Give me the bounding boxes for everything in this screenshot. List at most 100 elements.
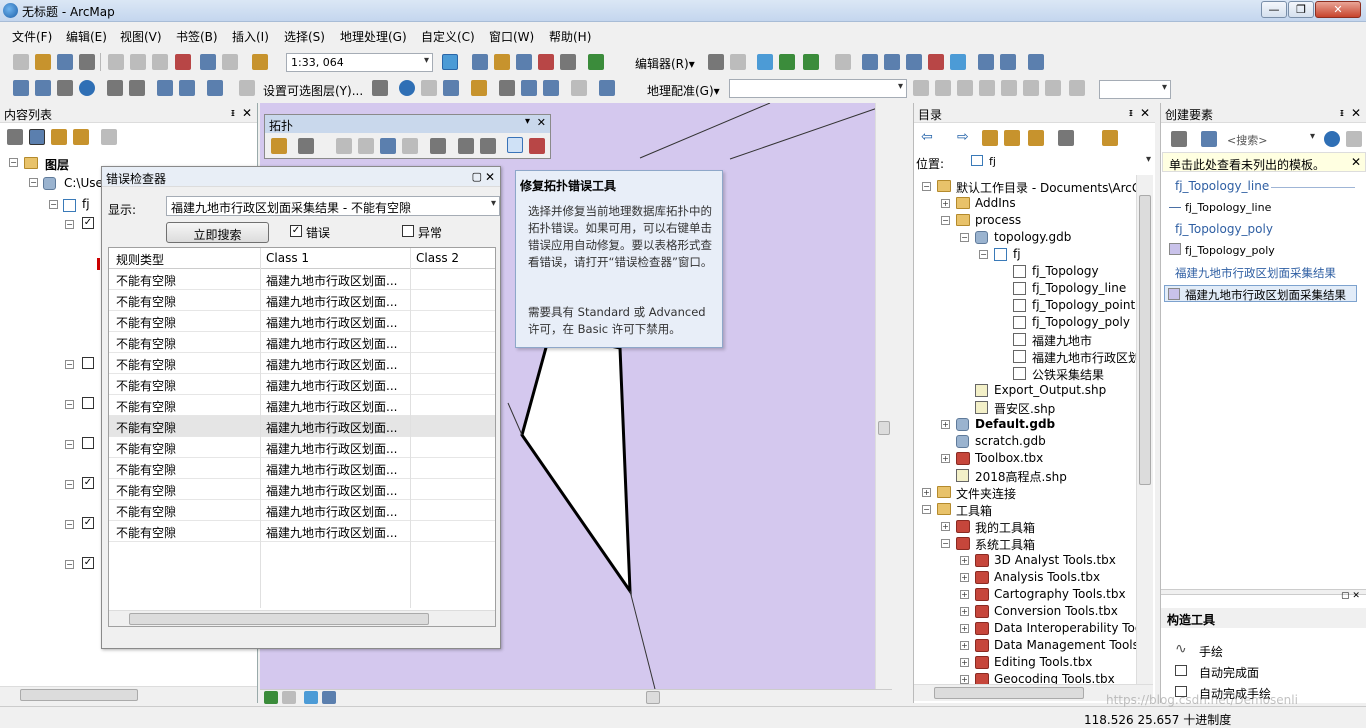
catalog-item[interactable]: fj_Topology [1032,264,1099,278]
expand-toggle[interactable]: − [9,158,18,167]
expand-toggle[interactable]: − [29,178,38,187]
table-of-contents-icon[interactable] [472,54,488,70]
scroll-thumb[interactable] [1139,195,1151,485]
zoom-out-icon[interactable] [35,80,51,96]
html-popup-icon[interactable] [443,80,459,96]
layout-view-icon[interactable] [282,691,296,704]
expand-toggle[interactable]: + [922,488,931,497]
scroll-thumb[interactable] [20,689,138,701]
find-icon[interactable] [499,80,515,96]
expand-toggle[interactable]: + [960,590,969,599]
catalog-item[interactable]: 默认工作目录 - Documents\ArcG [956,179,1141,196]
expand-toggle[interactable]: + [960,675,969,684]
hyperlink-icon[interactable] [421,80,437,96]
toc-close-icon[interactable]: ✕ [242,106,252,120]
add-data-icon[interactable] [252,54,268,70]
connect-folder-icon[interactable] [1028,130,1044,146]
reset-icon[interactable] [1069,80,1085,96]
fixed-zoom-in-icon[interactable] [107,80,123,96]
catalog-item[interactable]: 2018高程点.shp [975,468,1067,485]
catalog-item[interactable]: scratch.gdb [975,434,1046,448]
exceptions-checkbox[interactable] [402,225,414,237]
expand-toggle[interactable]: + [960,658,969,667]
home-icon[interactable] [1004,130,1020,146]
expand-toggle[interactable]: − [65,360,74,369]
catalog-item[interactable]: 我的工具箱 [975,519,1035,536]
clear-selection-icon[interactable] [239,80,255,96]
expand-toggle[interactable]: + [960,607,969,616]
template-item[interactable]: 福建九地市行政区划面采集结果 [1185,287,1346,303]
editor-menu[interactable]: 编辑器(R)▾ [635,55,695,72]
expand-toggle[interactable]: + [960,641,969,650]
layer-visibility-checkbox[interactable]: ✓ [82,217,94,229]
catalog-item[interactable]: process [975,213,1021,227]
menu-customize[interactable]: 自定义(C) [421,28,475,45]
rotate-icon[interactable] [950,54,966,70]
print-icon[interactable] [79,54,95,70]
point-icon[interactable] [835,54,851,70]
paste-icon[interactable] [152,54,168,70]
reshape-icon[interactable] [884,54,900,70]
expand-toggle[interactable]: − [960,233,969,242]
catalog-item[interactable]: 3D Analyst Tools.tbx [994,553,1116,567]
expand-toggle[interactable]: − [65,220,74,229]
georef-layer-combo[interactable] [729,79,907,98]
notice-text[interactable]: 单击此处查看未列出的模板。 [1169,158,1325,172]
layer-visibility-checkbox[interactable] [82,437,94,449]
expand-toggle[interactable]: − [922,505,931,514]
expand-toggle[interactable]: − [65,560,74,569]
catalog-item[interactable]: Data Management Tools [994,638,1139,652]
rotate-georef-icon[interactable] [913,80,929,96]
expand-toggle[interactable]: + [960,573,969,582]
topology-close-icon[interactable]: ✕ [537,116,546,129]
copy-icon[interactable] [130,54,146,70]
expand-toggle[interactable]: − [65,480,74,489]
menu-file[interactable]: 文件(F) [12,28,52,45]
catalog-item[interactable]: 系统工具箱 [975,536,1035,553]
organize-templates-icon[interactable] [1171,131,1187,147]
template-item[interactable]: fj_Topology_poly [1185,244,1275,257]
delete-icon[interactable] [175,54,191,70]
catalog-item[interactable]: AddIns [975,196,1016,210]
straight-segment-icon[interactable] [757,54,773,70]
list-by-selection-icon[interactable] [73,129,89,145]
go-forward-icon[interactable] [179,80,195,96]
split-icon[interactable] [928,54,944,70]
georeferencing-menu[interactable]: 地理配准(G)▾ [647,82,720,99]
menu-edit[interactable]: 编辑(E) [66,28,107,45]
scroll-thumb[interactable] [129,613,429,625]
auto-registration-icon[interactable] [1023,80,1039,96]
table-row[interactable]: 不能有空隙 福建九地市行政区划面... [109,311,495,332]
save-icon[interactable] [57,54,73,70]
catalog-item[interactable]: fj_Topology_line [1032,281,1126,295]
expand-toggle[interactable]: + [941,454,950,463]
expand-toggle[interactable]: − [941,216,950,225]
validate-topology-icon[interactable] [458,138,474,154]
validate-extent-icon[interactable] [430,138,446,154]
catalog-item[interactable]: Cartography Tools.tbx [994,587,1126,601]
undo-icon[interactable] [200,54,216,70]
pin-icon[interactable]: ᵻ [1129,106,1133,119]
add-control-points-icon[interactable] [979,80,995,96]
maximize-button[interactable]: ❐ [1288,1,1314,18]
view-link-table-icon[interactable] [1001,80,1017,96]
notice-close-icon[interactable]: ✕ [1351,155,1361,169]
back-icon[interactable]: ⇦ [921,130,937,146]
scroll-thumb[interactable] [934,687,1084,699]
close-button[interactable]: ✕ [1315,1,1361,18]
scroll-thumb[interactable] [878,421,890,435]
construction-tool-autocomplete-polygon[interactable]: 自动完成面 [1199,664,1259,681]
expand-toggle[interactable]: − [922,182,931,191]
expand-toggle[interactable]: − [65,400,74,409]
search-window-icon[interactable] [516,54,532,70]
open-icon[interactable] [35,54,51,70]
column-class1[interactable]: Class 1 [266,251,309,265]
trace-icon[interactable] [803,54,819,70]
catalog-item[interactable]: fj_Topology_poly [1032,315,1130,329]
map-topology-icon[interactable] [336,138,352,154]
expand-toggle[interactable]: − [941,539,950,548]
arctoolbox-icon[interactable] [538,54,554,70]
list-by-visibility-icon[interactable] [51,129,67,145]
catalog-item[interactable]: 福建九地市 [1032,332,1092,349]
fixed-zoom-out-icon[interactable] [129,80,145,96]
